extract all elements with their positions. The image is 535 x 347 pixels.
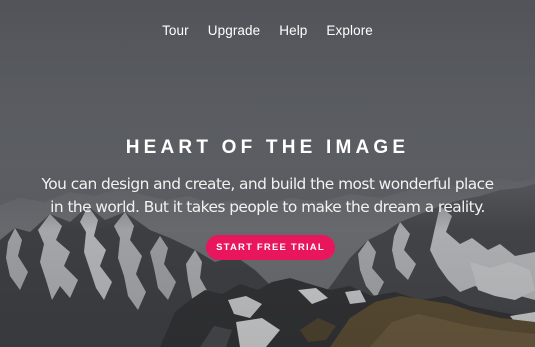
- start-free-trial-button[interactable]: START FREE TRIAL: [206, 235, 335, 260]
- nav-link-upgrade[interactable]: Upgrade: [208, 21, 261, 41]
- nav-link-help[interactable]: Help: [279, 21, 307, 41]
- top-navigation: Tour Upgrade Help Explore: [0, 21, 535, 41]
- hero-title: HEART OF THE IMAGE: [125, 137, 410, 158]
- nav-link-tour[interactable]: Tour: [162, 21, 189, 41]
- nav-link-explore[interactable]: Explore: [326, 21, 372, 41]
- hero-subtitle: You can design and create, and build the…: [41, 175, 494, 216]
- hero-section: Tour Upgrade Help Explore HEART OF THE I…: [0, 0, 535, 347]
